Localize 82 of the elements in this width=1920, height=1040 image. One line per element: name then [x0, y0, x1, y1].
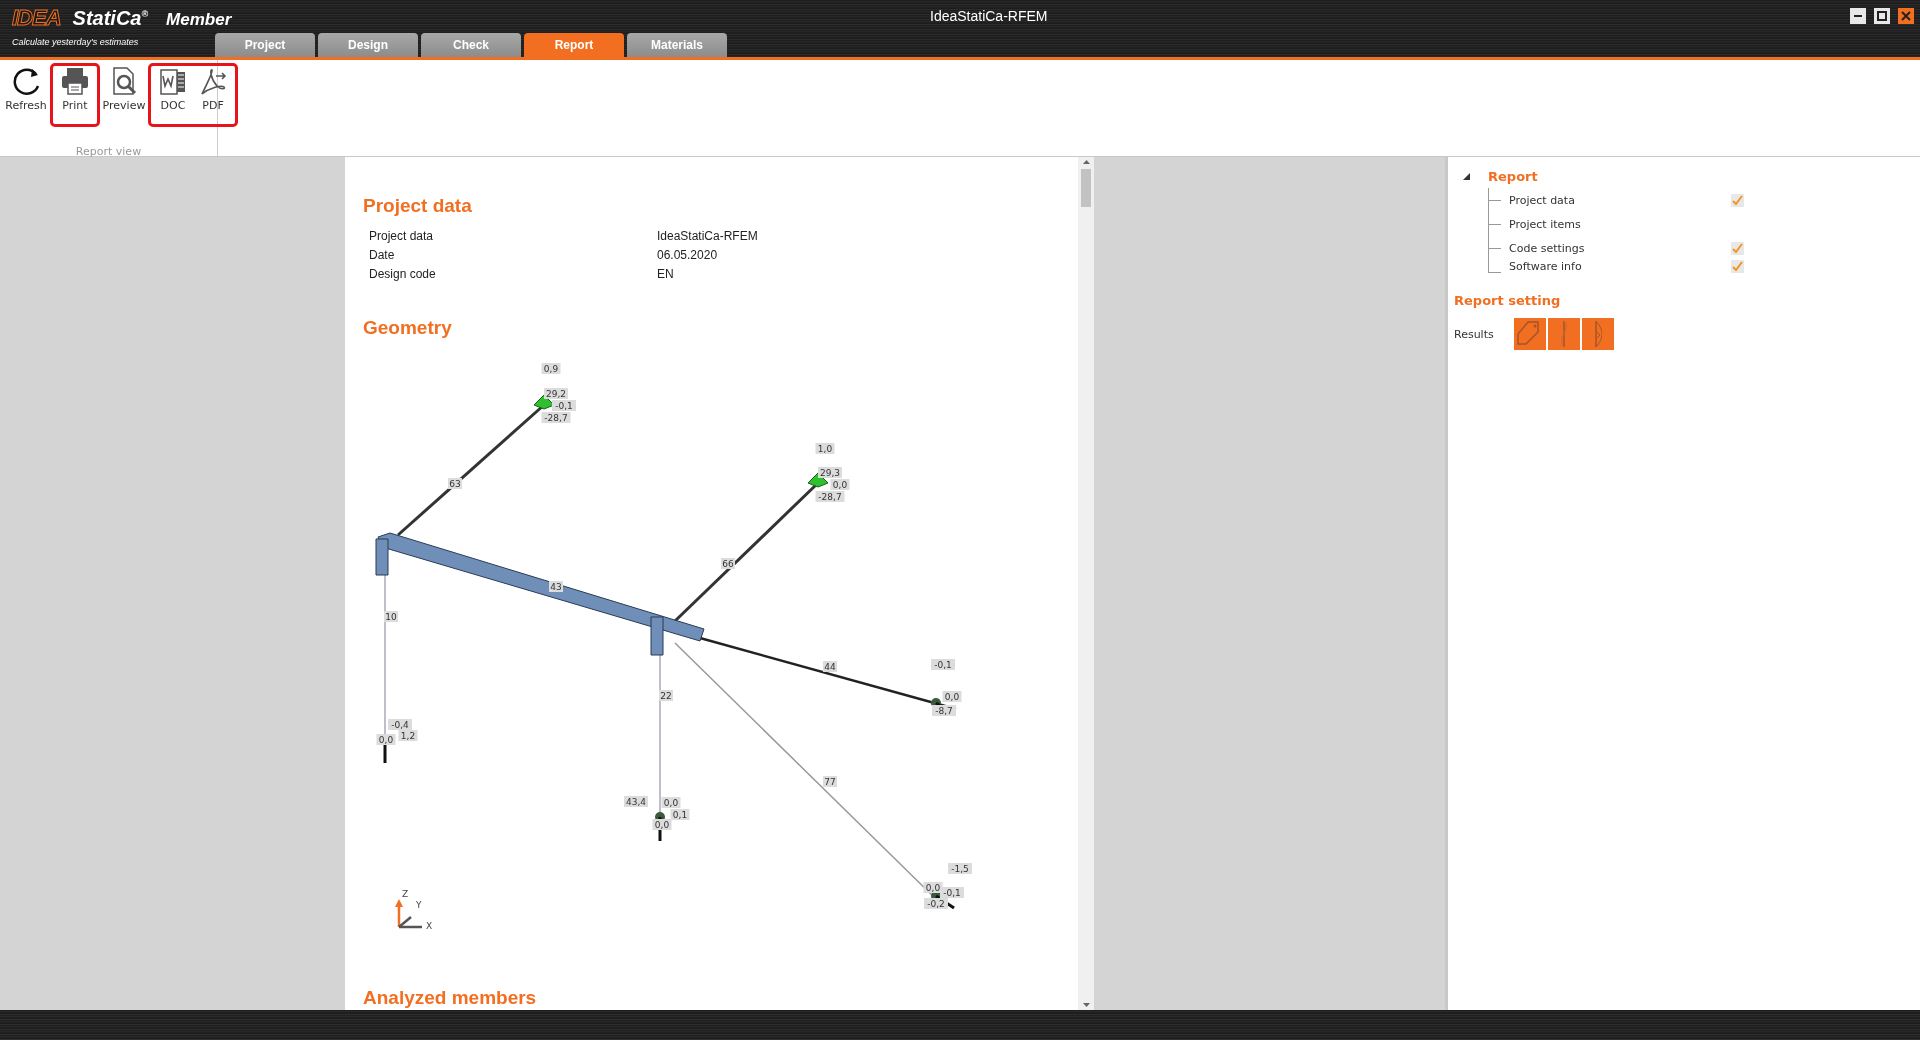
field-value: IdeaStatiCa-RFEM — [657, 229, 759, 243]
value-label: -28,7 — [541, 412, 571, 423]
value-label: -0,1 — [552, 400, 576, 411]
window-title: IdeaStatiCa-RFEM — [930, 8, 1048, 24]
check-icon — [1731, 241, 1744, 255]
value-label: 1,2 — [398, 730, 418, 741]
maximize-button[interactable] — [1874, 8, 1890, 24]
value-label: -0,1 — [940, 887, 964, 898]
value-label: 77 — [823, 776, 837, 787]
pdf-button[interactable]: PDF — [193, 66, 233, 124]
value-label: 29,3 — [818, 467, 842, 478]
check-icon — [1731, 193, 1744, 207]
minimize-button[interactable] — [1850, 8, 1866, 24]
expanded-icon[interactable] — [1463, 173, 1470, 180]
value-label: 0,1 — [670, 809, 690, 820]
value-label: -8,7 — [932, 705, 956, 716]
tagline: Calculate yesterday's estimates — [12, 37, 139, 47]
value-label: 43,4 — [624, 796, 648, 807]
value-label: 63 — [448, 478, 462, 489]
diagram-icon — [1559, 320, 1569, 348]
value-label: 0,0 — [661, 797, 681, 808]
axis-label: Y — [416, 900, 422, 910]
scrollbar[interactable] — [1078, 157, 1094, 1010]
value-label: 0,0 — [376, 734, 396, 745]
value-label: 44 — [823, 661, 837, 672]
field-value: EN — [657, 267, 675, 281]
group-label: Report view — [74, 145, 143, 158]
scroll-thumb[interactable] — [1081, 169, 1091, 207]
logo-text: IDEA — [12, 5, 61, 31]
field-label: Project data — [369, 229, 435, 243]
value-label: 22 — [659, 690, 673, 701]
field-value: 06.05.2020 — [657, 248, 719, 262]
section-heading: Report setting — [1454, 293, 1562, 308]
value-label: -0,4 — [388, 719, 412, 730]
value-label: 0,0 — [942, 691, 962, 702]
deflection-icon — [1594, 320, 1602, 348]
value-label: 43 — [549, 581, 563, 592]
section-heading: Geometry — [363, 317, 453, 339]
value-label: -1,5 — [948, 863, 972, 874]
check-icon — [1731, 260, 1744, 273]
scroll-up-icon[interactable] — [1082, 160, 1090, 164]
value-label: 0,9 — [541, 363, 561, 374]
value-label: -28,7 — [815, 491, 845, 502]
section-heading: Project data — [363, 195, 473, 217]
axis-triad-icon — [395, 899, 422, 929]
value-label: 0,0 — [652, 819, 672, 830]
product-name: StatiCa$^{®}$ — [72, 7, 149, 30]
field-label: Design code — [369, 267, 437, 281]
checkbox[interactable] — [1731, 193, 1744, 207]
result-button[interactable] — [1582, 318, 1614, 350]
checkbox[interactable] — [1731, 260, 1744, 273]
refresh-button[interactable]: Refresh — [6, 66, 46, 127]
module-name: Member — [166, 10, 232, 30]
close-button[interactable] — [1898, 8, 1914, 24]
close-icon — [1901, 11, 1911, 21]
printer-icon — [59, 66, 91, 96]
axis-label: X — [426, 921, 433, 931]
tree-item[interactable]: Project data — [1509, 193, 1731, 207]
field-label: Date — [369, 248, 396, 262]
value-label: 66 — [721, 558, 735, 569]
print-button[interactable]: Print — [55, 66, 95, 124]
result-button[interactable] — [1548, 318, 1580, 350]
section-heading: Analyzed members — [363, 987, 538, 1009]
result-button[interactable] — [1514, 318, 1546, 350]
value-label: -0,1 — [931, 659, 955, 670]
axis-label: Z — [402, 889, 409, 899]
field-label: Results — [1454, 327, 1495, 341]
value-label: 1,0 — [815, 443, 835, 454]
value-label: 29,2 — [544, 388, 568, 399]
tree-item[interactable]: Code settings — [1509, 241, 1731, 255]
scroll-down-icon[interactable] — [1082, 1003, 1090, 1007]
value-label: 0,0 — [830, 479, 850, 490]
tree-item[interactable]: Software info — [1509, 260, 1731, 273]
value-label: 10 — [384, 611, 398, 622]
checkbox[interactable] — [1731, 241, 1744, 255]
maximize-icon — [1877, 11, 1887, 21]
value-label: 0,0 — [923, 882, 943, 893]
minimize-icon — [1854, 15, 1862, 17]
value-label: -0,2 — [924, 898, 948, 909]
preview-button[interactable]: Preview — [104, 66, 144, 127]
tree-item[interactable]: Project items — [1509, 217, 1731, 231]
doc-button[interactable]: DOC — [153, 66, 193, 124]
